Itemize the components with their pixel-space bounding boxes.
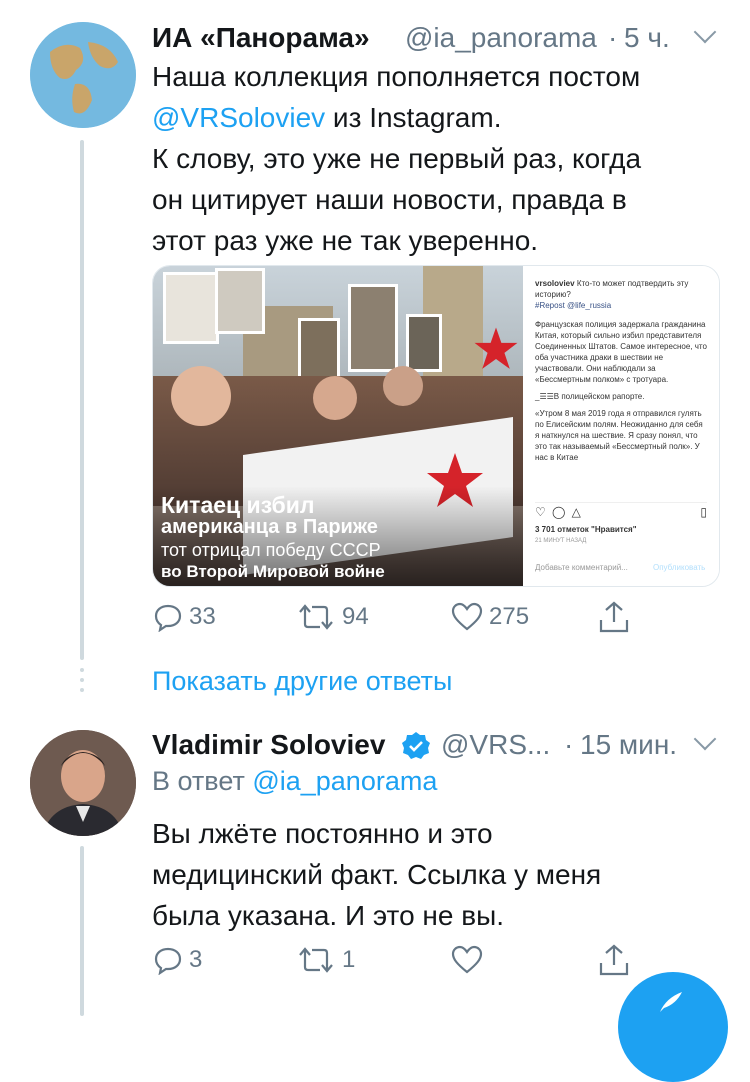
panorama-avatar[interactable] — [30, 22, 136, 128]
caption-line-3: тот отрицал победу СССР — [161, 540, 381, 560]
tweet1-line-5: этот раз уже не так уверенно. — [152, 225, 539, 256]
tweet2-chevron-down-icon[interactable] — [693, 727, 717, 751]
tweet2-text: Вы лжёте постоянно и это медицинский фак… — [152, 813, 722, 936]
tweet1-like-button[interactable]: 275 — [451, 602, 529, 632]
tweet1-retweet-button[interactable]: 94 — [296, 602, 369, 632]
tweet1-text: Наша коллекция пополняется постом @VRSol… — [152, 56, 722, 261]
insta-text-5: «Утром 8 мая 2019 года я отправился гуля… — [535, 409, 703, 462]
insta-comment-icon: ◯ — [552, 505, 566, 519]
share-icon — [599, 944, 629, 976]
insta-username: vrsoloviev — [535, 279, 575, 288]
insta-actions: ♡ ◯ △ ▯ — [535, 502, 707, 523]
person-shape — [171, 366, 231, 426]
heart-icon — [451, 945, 483, 974]
reply-icon — [154, 947, 182, 975]
tweet1-author-name[interactable]: ИА «Панорама» — [152, 22, 370, 54]
tweet1-reply-count: 33 — [189, 603, 216, 630]
insta-text-3: Французская полиция задержала гражданина… — [535, 320, 707, 384]
tweet2-separator: · — [564, 729, 574, 760]
tweet1-chevron-down-icon[interactable] — [693, 20, 717, 44]
insta-publish: Опубликовать — [653, 563, 706, 572]
tweet2-time[interactable]: 15 мин. — [580, 729, 677, 761]
person-shape — [313, 376, 357, 420]
tweet2-reply-count: 3 — [189, 946, 203, 973]
compose-feather-icon — [660, 992, 682, 1012]
tweet1-line-2: @VRSoloviev из Instagram. — [152, 97, 722, 138]
portrait-placard — [348, 284, 398, 372]
instagram-post-panel: vrsoloviev Кто-то может подтвердить эту … — [523, 266, 719, 586]
tweet1-line-4: он цитирует наши новости, правда в — [152, 184, 627, 215]
insta-comment-field: Добавьте комментарий... — [535, 563, 628, 572]
tweet1-media-image[interactable]: Китаец избил американца в Париже тот отр… — [152, 265, 720, 587]
share-icon — [599, 601, 629, 633]
insta-text-block: vrsoloviev Кто-то может подтвердить эту … — [535, 278, 707, 463]
tweet1-handle[interactable]: @ia_panorama — [405, 22, 597, 54]
caption-line-2: американца в Париже — [161, 516, 378, 538]
tweet2-share-button[interactable] — [598, 943, 630, 977]
caption-line-4: во Второй Мировой войне — [161, 562, 385, 581]
tweet1-line-3: К слову, это уже не первый раз, когда — [152, 143, 642, 174]
parade-photo: Китаец избил американца в Париже тот отр… — [153, 266, 523, 586]
retweet-icon — [299, 947, 333, 973]
tweet1-time[interactable]: 5 ч. — [624, 22, 670, 54]
thread-line-top — [80, 140, 84, 660]
reply-to-mention[interactable]: @ia_panorama — [252, 766, 437, 796]
insta-share-icon: △ — [571, 505, 581, 519]
insta-bookmark-icon: ▯ — [700, 505, 707, 519]
retweet-icon — [299, 604, 333, 630]
reply-icon — [154, 604, 182, 632]
tweet2-line-3: была указана. И это не вы. — [152, 900, 505, 931]
globe-icon — [30, 22, 136, 128]
compose-tweet-button[interactable] — [618, 972, 728, 1082]
caption-line-1: Китаец избил — [161, 492, 315, 518]
verified-badge-icon — [402, 732, 430, 759]
insta-likes: 3 701 отметок "Нравится" — [535, 525, 637, 534]
tweet1-separator: · — [608, 22, 618, 53]
tweet2-author-name[interactable]: Vladimir Soloviev — [152, 729, 385, 761]
tweet1-reply-button[interactable]: 33 — [153, 602, 216, 632]
portrait-placard — [215, 268, 265, 334]
tweet1-like-count: 275 — [489, 603, 530, 630]
tweet1-line-2-rest: из Instagram. — [325, 102, 502, 133]
insta-text-4: _☰☰В полицейском рапорте. — [535, 392, 645, 401]
heart-icon — [451, 602, 483, 631]
tweet2-reply-button[interactable]: 3 — [153, 945, 202, 975]
tweet2-handle[interactable]: @VRS... — [441, 729, 550, 761]
portrait-placard — [163, 272, 219, 344]
insta-header: vrsoloviev Кто-то может подтвердить эту … — [535, 278, 707, 300]
person-photo-icon — [30, 730, 136, 836]
tweet2-retweet-count: 1 — [342, 946, 356, 973]
tweet2-like-button[interactable] — [451, 945, 489, 975]
show-more-replies-link[interactable]: Показать другие ответы — [152, 666, 452, 697]
tweet1-line-1: Наша коллекция пополняется постом — [152, 61, 641, 92]
tweet2-line-1: Вы лжёте постоянно и это — [152, 818, 493, 849]
person-shape — [383, 366, 423, 406]
insta-time: 21 МИНУТ НАЗАД — [535, 538, 587, 544]
mention-vrsoloviev[interactable]: @VRSoloviev — [152, 102, 325, 133]
tweet2-reply-context: В ответ @ia_panorama — [152, 766, 437, 797]
tweet2-line-2: медицинский факт. Ссылка у меня — [152, 859, 602, 890]
reply-prefix: В ответ — [152, 766, 253, 796]
tweet1-share-button[interactable] — [598, 600, 630, 634]
red-star-icon — [474, 327, 518, 369]
tweet2-retweet-button[interactable]: 1 — [296, 945, 355, 975]
portrait-placard — [406, 314, 442, 372]
thread-line-bottom — [80, 846, 84, 1016]
thread-gap-dots — [80, 668, 84, 702]
soloviev-avatar[interactable] — [30, 730, 136, 836]
insta-heart-icon: ♡ — [535, 505, 546, 519]
insta-text-2: #Repost @life_russia — [535, 301, 612, 310]
tweet1-retweet-count: 94 — [342, 603, 369, 630]
